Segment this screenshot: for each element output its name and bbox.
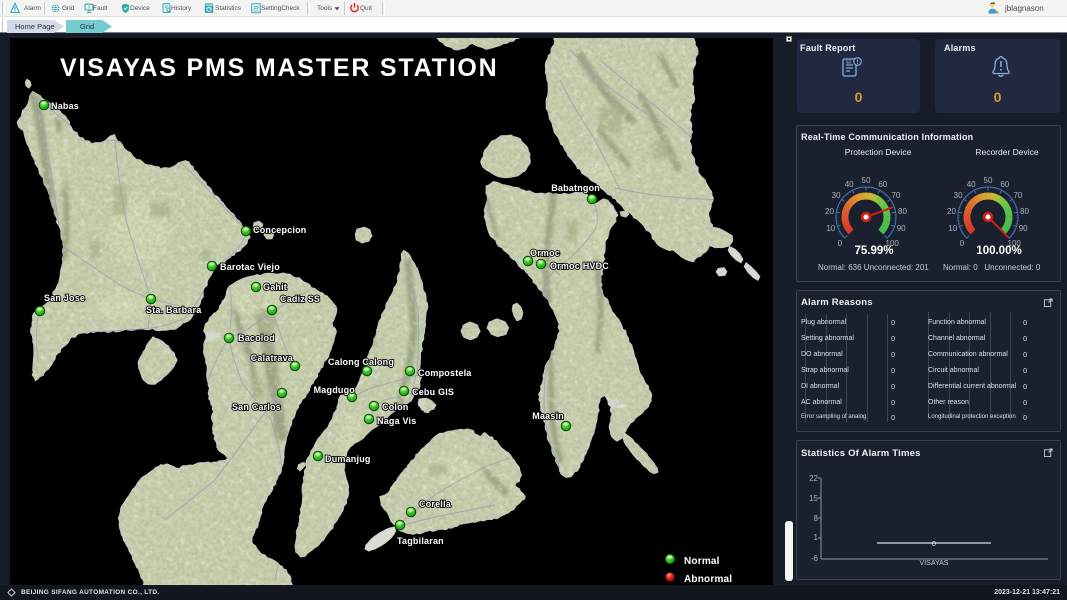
svg-text:VISAYAS: VISAYAS <box>920 560 949 567</box>
svg-text:Colon: Colon <box>382 402 409 412</box>
svg-text:Dumanjug: Dumanjug <box>325 454 371 464</box>
svg-text:Gahit: Gahit <box>263 282 287 292</box>
svg-text:San Jose: San Jose <box>44 293 85 303</box>
svg-text:8: 8 <box>814 514 819 523</box>
svg-text:50: 50 <box>984 176 993 185</box>
svg-text:Calong Calong: Calong Calong <box>328 357 394 367</box>
svg-text:Ormoc: Ormoc <box>530 248 560 258</box>
svg-text:Bacolod: Bacolod <box>238 333 275 343</box>
svg-text:Maasin: Maasin <box>532 411 564 421</box>
svg-text:20: 20 <box>825 207 834 216</box>
svg-text:Nabas: Nabas <box>51 101 79 111</box>
svg-text:30: 30 <box>954 191 963 200</box>
svg-text:90: 90 <box>1019 224 1028 233</box>
svg-text:Naga Vis: Naga Vis <box>377 416 416 426</box>
svg-text:60: 60 <box>1000 180 1009 189</box>
svg-text:-6: -6 <box>811 554 819 563</box>
svg-text:Tagbilaran: Tagbilaran <box>397 536 444 546</box>
svg-text:20: 20 <box>947 207 956 216</box>
svg-text:Abnormal: Abnormal <box>684 574 732 585</box>
svg-text:50: 50 <box>862 176 871 185</box>
svg-text:Normal: Normal <box>684 556 720 567</box>
svg-text:15: 15 <box>809 494 818 503</box>
svg-text:90: 90 <box>897 224 906 233</box>
svg-text:40: 40 <box>845 180 854 189</box>
svg-text:60: 60 <box>878 180 887 189</box>
svg-text:Corella: Corella <box>419 499 452 509</box>
svg-text:Ormoc HVDC: Ormoc HVDC <box>550 261 609 271</box>
svg-text:VISAYAS PMS MASTER STATION: VISAYAS PMS MASTER STATION <box>60 54 499 82</box>
svg-text:0: 0 <box>838 239 843 248</box>
svg-text:Barotac Viejo: Barotac Viejo <box>220 262 280 272</box>
svg-text:70: 70 <box>891 191 900 200</box>
svg-text:40: 40 <box>967 180 976 189</box>
svg-text:San Carlos: San Carlos <box>232 402 281 412</box>
svg-text:70: 70 <box>1013 191 1022 200</box>
svg-text:75.99%: 75.99% <box>854 245 893 257</box>
svg-text:Cebu GIS: Cebu GIS <box>412 387 454 397</box>
svg-text:100.00%: 100.00% <box>976 245 1021 257</box>
svg-text:80: 80 <box>898 207 907 216</box>
svg-text:22: 22 <box>809 474 818 483</box>
svg-text:0: 0 <box>960 239 965 248</box>
svg-text:10: 10 <box>948 224 957 233</box>
svg-text:Cadiz SS: Cadiz SS <box>280 294 320 304</box>
svg-text:80: 80 <box>1020 207 1029 216</box>
svg-text:Compostela: Compostela <box>418 368 472 378</box>
svg-text:Calatrava: Calatrava <box>251 353 294 363</box>
svg-text:0: 0 <box>932 541 936 548</box>
svg-text:Magdugo: Magdugo <box>314 385 356 395</box>
svg-text:30: 30 <box>832 191 841 200</box>
svg-text:10: 10 <box>826 224 835 233</box>
svg-text:Sta. Barbara: Sta. Barbara <box>146 305 202 315</box>
svg-text:Concepcion: Concepcion <box>253 225 307 235</box>
svg-text:Babatngon: Babatngon <box>551 183 600 193</box>
svg-text:1: 1 <box>814 533 819 542</box>
